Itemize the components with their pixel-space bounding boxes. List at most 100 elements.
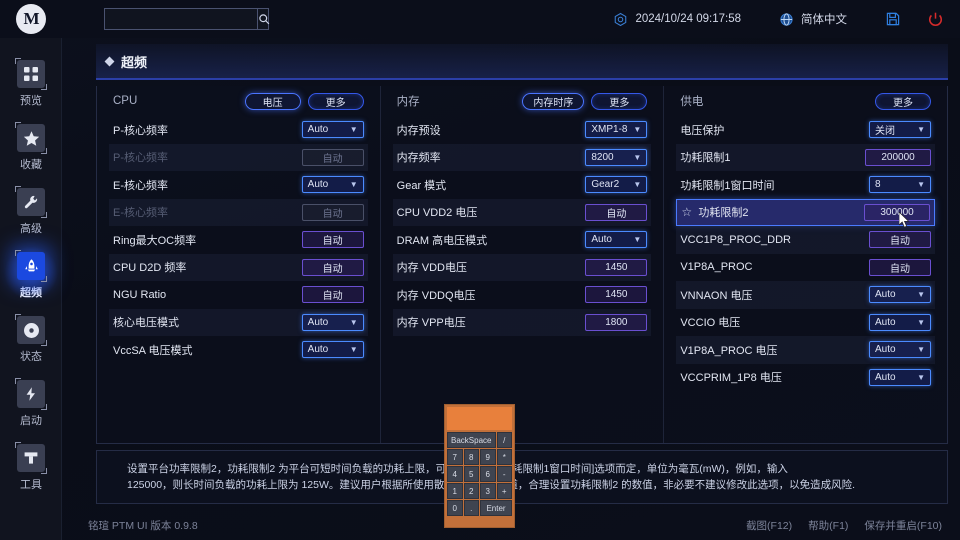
key-minus[interactable]: - (496, 466, 512, 482)
power-button[interactable] (927, 11, 944, 28)
setting-dropdown[interactable]: Auto ▼ (585, 231, 648, 249)
key-enter[interactable]: Enter (480, 500, 512, 516)
setting-value: Auto (307, 344, 329, 356)
setting-row[interactable]: ☆ CPU D2D 频率 自动 (109, 253, 368, 281)
language-text: 简体中文 (801, 14, 847, 26)
key-1[interactable]: 1 (447, 483, 463, 499)
setting-dropdown[interactable]: Auto ▼ (869, 368, 932, 386)
sidebar-item-overclock[interactable]: 超频 (0, 244, 62, 308)
key-0[interactable]: 0 (447, 500, 463, 516)
key-decimal[interactable]: . (463, 500, 479, 516)
setting-value-field[interactable]: 1450 (585, 258, 648, 276)
setting-dropdown[interactable]: 8 ▼ (869, 176, 932, 194)
key-6[interactable]: 6 (480, 466, 496, 482)
setting-row[interactable]: ☆ 核心电压模式 Auto ▼ (109, 308, 368, 336)
power-more-button[interactable]: 更多 (875, 92, 932, 110)
hotkey-help[interactable]: 帮助(F1) (808, 518, 848, 533)
setting-row[interactable]: ☆ NGU Ratio 自动 (109, 281, 368, 309)
setting-row[interactable]: ☆ 内存 VPP电压 1800 (392, 308, 652, 336)
language-selector[interactable]: 简体中文 (779, 11, 847, 27)
memory-timing-button[interactable]: 内存时序 (522, 92, 585, 110)
setting-dropdown[interactable]: Gear2 ▼ (585, 176, 648, 194)
favorite-star-icon[interactable]: ☆ (681, 206, 694, 218)
setting-value-field[interactable]: 自动 (301, 231, 364, 249)
setting-dropdown[interactable]: Auto ▼ (301, 176, 364, 194)
setting-row[interactable]: ☆ VCCPRIM_1P8 电压 Auto ▼ (676, 364, 935, 392)
cpu-more-button[interactable]: 更多 (307, 92, 364, 110)
setting-value: Auto (875, 371, 896, 383)
setting-row[interactable]: ☆ VNNAON 电压 Auto ▼ (676, 281, 936, 309)
key-4[interactable]: 4 (447, 466, 463, 482)
setting-row[interactable]: ☆ Ring最大OC频率 自动 (109, 226, 368, 254)
setting-value-field[interactable]: 自动 (301, 258, 364, 276)
setting-row[interactable]: ☆ 功耗限制1窗口时间 8 ▼ (676, 171, 935, 199)
setting-dropdown[interactable]: XMP1-8 ▼ (585, 121, 648, 139)
setting-value-field[interactable]: 自动 (301, 286, 364, 304)
setting-value-field[interactable]: 自动 (585, 203, 648, 221)
setting-row[interactable]: ☆ P-核心频率 Auto ▼ (109, 116, 368, 144)
setting-row[interactable]: ☆ 电压保护 关闭 ▼ (676, 116, 935, 144)
setting-row[interactable]: ☆ VCC1P8_PROC_DDR 自动 (676, 226, 936, 254)
setting-dropdown[interactable]: Auto ▼ (869, 313, 932, 331)
setting-value-field[interactable]: 自动 (869, 258, 932, 276)
sidebar-item-advanced[interactable]: 高级 (0, 180, 62, 244)
cpu-voltage-button[interactable]: 电压 (244, 92, 301, 110)
setting-dropdown[interactable]: Auto ▼ (869, 286, 932, 304)
key-3[interactable]: 3 (480, 483, 496, 499)
search-icon[interactable] (257, 9, 270, 29)
hotkey-save-reboot[interactable]: 保存并重启(F10) (864, 518, 942, 533)
numeric-keypad[interactable]: BackSpace / 7 8 9 * 4 5 6 - 1 2 3 + 0 . … (444, 404, 515, 528)
setting-row[interactable]: ☆ Gear 模式 Gear2 ▼ (393, 171, 652, 199)
setting-row[interactable]: ☆ VccSA 电压模式 Auto ▼ (109, 336, 368, 364)
key-divide[interactable]: / (496, 432, 512, 448)
setting-dropdown[interactable]: Auto ▼ (301, 313, 364, 331)
chevron-down-icon: ▼ (633, 152, 642, 162)
sidebar-item-status[interactable]: 状态 (0, 308, 62, 372)
setting-row[interactable]: ☆ V1P8A_PROC 电压 Auto ▼ (676, 336, 936, 364)
key-multiply[interactable]: * (496, 449, 512, 465)
hotkey-screenshot[interactable]: 截图(F12) (746, 518, 792, 533)
setting-dropdown[interactable]: 关闭 ▼ (869, 121, 932, 139)
key-7[interactable]: 7 (447, 449, 463, 465)
key-plus[interactable]: + (496, 483, 512, 499)
key-8[interactable]: 8 (463, 449, 479, 465)
keypad-display[interactable] (447, 407, 512, 430)
search-box[interactable] (104, 8, 270, 30)
setting-dropdown[interactable]: 8200 ▼ (585, 148, 648, 166)
setting-row[interactable]: ☆ 内存预设 XMP1-8 ▼ (393, 116, 652, 144)
setting-row-selected[interactable]: ☆ 功耗限制2 300000 (676, 198, 936, 226)
memory-more-button[interactable]: 更多 (591, 92, 648, 110)
key-2[interactable]: 2 (463, 483, 479, 499)
setting-row[interactable]: ☆ 内存 VDD电压 1450 (392, 253, 652, 281)
setting-dropdown[interactable]: Auto ▼ (301, 341, 364, 359)
setting-label: 内存 VPP电压 (396, 317, 466, 330)
sidebar-item-boot[interactable]: 启动 (0, 372, 62, 436)
key-5[interactable]: 5 (463, 466, 479, 482)
setting-label: V1P8A_PROC (680, 261, 753, 274)
key-backspace[interactable]: BackSpace (447, 432, 496, 448)
save-button[interactable] (885, 11, 901, 27)
grid-icon (15, 58, 47, 90)
search-input[interactable] (105, 9, 257, 29)
setting-value-field[interactable]: 自动 (869, 231, 932, 249)
setting-dropdown[interactable]: Auto ▼ (869, 341, 932, 359)
setting-label: CPU VDD2 电压 (396, 207, 478, 220)
setting-value-field[interactable]: 1450 (585, 286, 648, 304)
setting-row[interactable]: ☆ VCCIO 电压 Auto ▼ (676, 309, 935, 337)
setting-row[interactable]: ☆ E-核心频率 Auto ▼ (109, 171, 368, 199)
setting-dropdown[interactable]: Auto ▼ (301, 121, 364, 139)
key-9[interactable]: 9 (480, 449, 496, 465)
column-power: 供电 更多 ☆ 电压保护 关闭 ▼ ☆ 功耗限制1 (664, 86, 947, 443)
setting-value-field[interactable]: 200000 (865, 148, 932, 166)
sidebar-item-preview[interactable]: 预览 (0, 52, 62, 116)
setting-value-field[interactable]: 300000 (864, 203, 931, 221)
sidebar-item-favorites[interactable]: 收藏 (0, 116, 62, 180)
setting-value-field[interactable]: 1800 (585, 313, 648, 331)
sidebar-item-tools[interactable]: 工具 (0, 436, 62, 500)
setting-row[interactable]: ☆ 功耗限制1 200000 (676, 143, 936, 171)
setting-row[interactable]: ☆ 内存频率 8200 ▼ (392, 143, 652, 171)
setting-row[interactable]: ☆ DRAM 高电压模式 Auto ▼ (393, 226, 652, 254)
setting-row[interactable]: ☆ V1P8A_PROC 自动 (676, 254, 935, 282)
setting-row[interactable]: ☆ CPU VDD2 电压 自动 (392, 198, 652, 226)
setting-row[interactable]: ☆ 内存 VDDQ电压 1450 (393, 281, 652, 309)
